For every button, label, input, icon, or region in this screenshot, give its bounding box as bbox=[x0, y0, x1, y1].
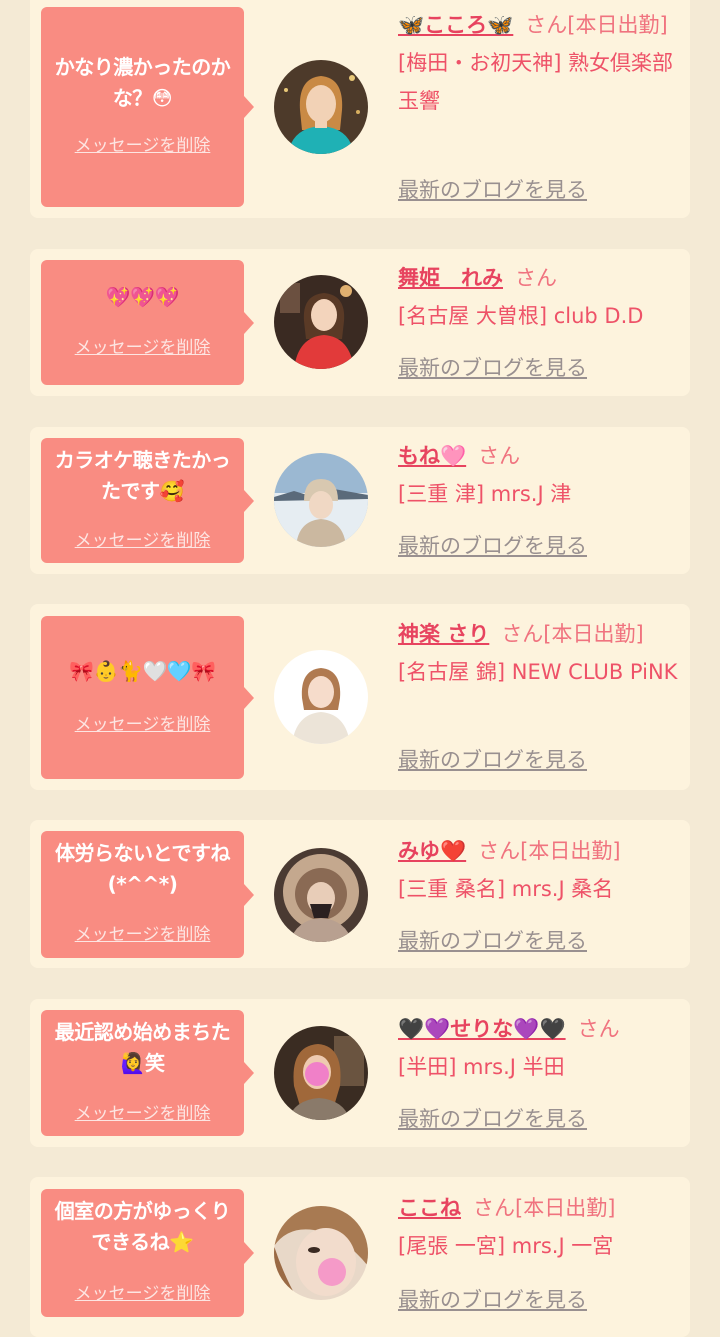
delete-message-link[interactable]: メッセージを削除 bbox=[41, 1099, 244, 1124]
host-info: 舞姫 れみ さん [名古屋 大曽根] club D.D bbox=[398, 259, 683, 335]
delete-message-link[interactable]: メッセージを削除 bbox=[41, 526, 244, 551]
message-card: 体労らないとですね(*^^*) メッセージを削除 みゆ❤️ さん[本日出勤] [三… bbox=[30, 820, 690, 968]
message-bubble: 🎀👶🐈🤍🩵🎀 メッセージを削除 bbox=[41, 616, 254, 779]
delete-message-link[interactable]: メッセージを削除 bbox=[41, 1279, 244, 1304]
honorific: さん[本日出勤] bbox=[473, 1196, 616, 1220]
delete-message-link[interactable]: メッセージを削除 bbox=[41, 131, 244, 156]
host-info: もね🩷 さん [三重 津] mrs.J 津 bbox=[398, 437, 683, 513]
shop-label: [梅田・お初天神] 熟女倶楽部 玉響 bbox=[398, 51, 674, 113]
message-text: 最近認め始めまちた🙋‍♀️笑 bbox=[54, 1020, 231, 1075]
message-card: かなり濃かったのかな？😳 メッセージを削除 🦋こころ🦋 さん[本日出勤] [梅田・… bbox=[30, 0, 690, 218]
avatar[interactable] bbox=[274, 1206, 368, 1300]
message-card: 💖💖💖 メッセージを削除 舞姫 れみ さん [名古屋 大曽根] club D.D … bbox=[30, 249, 690, 396]
message-text: 個室の方がゆっくりできるね⭐ bbox=[54, 1199, 231, 1254]
host-name-link[interactable]: 🦋こころ🦋 bbox=[398, 13, 513, 37]
shop-label: [三重 桑名] mrs.J 桑名 bbox=[398, 877, 614, 901]
honorific: さん[本日出勤] bbox=[478, 839, 621, 863]
avatar[interactable] bbox=[274, 275, 368, 369]
message-text: 💖💖💖 bbox=[105, 285, 180, 309]
svg-text:♪: ♪ bbox=[278, 665, 283, 674]
latest-blog-link[interactable]: 最新のブログを見る bbox=[398, 1284, 587, 1314]
host-name-link[interactable]: 神楽 さり bbox=[398, 622, 489, 646]
message-text: かなり濃かったのかな？😳 bbox=[54, 55, 231, 110]
avatar[interactable] bbox=[274, 848, 368, 942]
latest-blog-link[interactable]: 最新のブログを見る bbox=[398, 1103, 587, 1133]
host-name-link[interactable]: 舞姫 れみ bbox=[398, 266, 503, 290]
host-name-link[interactable]: もね🩷 bbox=[398, 444, 466, 468]
avatar[interactable]: ♪ bbox=[274, 650, 368, 744]
message-bubble: 個室の方がゆっくりできるね⭐ メッセージを削除 bbox=[41, 1189, 254, 1317]
message-card: 最近認め始めまちた🙋‍♀️笑 メッセージを削除 🖤💜せりな💜🖤 さん [半田] m… bbox=[30, 999, 690, 1147]
latest-blog-link[interactable]: 最新のブログを見る bbox=[398, 530, 587, 560]
latest-blog-link[interactable]: 最新のブログを見る bbox=[398, 352, 587, 382]
message-text: 🎀👶🐈🤍🩵🎀 bbox=[69, 659, 216, 683]
message-bubble: かなり濃かったのかな？😳 メッセージを削除 bbox=[41, 7, 254, 207]
delete-message-link[interactable]: メッセージを削除 bbox=[41, 333, 244, 358]
avatar[interactable] bbox=[274, 60, 368, 154]
host-info: 神楽 さり さん[本日出勤] [名古屋 錦] NEW CLUB PiNK bbox=[398, 615, 683, 691]
honorific: さん[本日出勤] bbox=[525, 13, 668, 37]
latest-blog-link[interactable]: 最新のブログを見る bbox=[398, 174, 587, 204]
host-name-link[interactable]: ここね bbox=[398, 1196, 461, 1220]
shop-label: [尾張 一宮] mrs.J 一宮 bbox=[398, 1234, 614, 1258]
honorific: さん bbox=[478, 444, 521, 468]
honorific: さん bbox=[577, 1017, 620, 1041]
host-info: ここね さん[本日出勤] [尾張 一宮] mrs.J 一宮 bbox=[398, 1189, 683, 1265]
shop-label: [半田] mrs.J 半田 bbox=[398, 1055, 565, 1079]
latest-blog-link[interactable]: 最新のブログを見る bbox=[398, 925, 587, 955]
message-card: カラオケ聴きたかったです🥰 メッセージを削除 もね🩷 さん [三重 津] mrs.… bbox=[30, 427, 690, 574]
host-name-link[interactable]: みゆ❤️ bbox=[398, 839, 466, 863]
message-bubble: 最近認め始めまちた🙋‍♀️笑 メッセージを削除 bbox=[41, 1010, 254, 1136]
honorific: さん bbox=[515, 266, 557, 290]
shop-label: [名古屋 大曽根] club D.D bbox=[398, 304, 644, 328]
host-name-link[interactable]: 🖤💜せりな💜🖤 bbox=[398, 1017, 566, 1041]
avatar[interactable] bbox=[274, 1026, 368, 1120]
message-bubble: 💖💖💖 メッセージを削除 bbox=[41, 260, 254, 385]
shop-label: [名古屋 錦] NEW CLUB PiNK bbox=[398, 660, 678, 684]
delete-message-link[interactable]: メッセージを削除 bbox=[41, 710, 244, 735]
host-info: みゆ❤️ さん[本日出勤] [三重 桑名] mrs.J 桑名 bbox=[398, 832, 683, 908]
host-info: 🦋こころ🦋 さん[本日出勤] [梅田・お初天神] 熟女倶楽部 玉響 bbox=[398, 6, 683, 120]
message-text: カラオケ聴きたかったです🥰 bbox=[54, 448, 231, 503]
message-bubble: 体労らないとですね(*^^*) メッセージを削除 bbox=[41, 831, 254, 958]
delete-message-link[interactable]: メッセージを削除 bbox=[41, 920, 244, 945]
honorific: さん[本日出勤] bbox=[501, 622, 644, 646]
host-info: 🖤💜せりな💜🖤 さん [半田] mrs.J 半田 bbox=[398, 1010, 683, 1086]
message-text: 体労らないとですね(*^^*) bbox=[55, 841, 230, 896]
avatar[interactable] bbox=[274, 453, 368, 547]
latest-blog-link[interactable]: 最新のブログを見る bbox=[398, 744, 587, 774]
message-card: 個室の方がゆっくりできるね⭐ メッセージを削除 ここね さん[本日出勤] [尾張 … bbox=[30, 1177, 690, 1337]
message-bubble: カラオケ聴きたかったです🥰 メッセージを削除 bbox=[41, 438, 254, 563]
shop-label: [三重 津] mrs.J 津 bbox=[398, 482, 572, 506]
message-card: 🎀👶🐈🤍🩵🎀 メッセージを削除 ♪ 神楽 さり さん[本日出勤] [名古屋 錦] … bbox=[30, 604, 690, 790]
